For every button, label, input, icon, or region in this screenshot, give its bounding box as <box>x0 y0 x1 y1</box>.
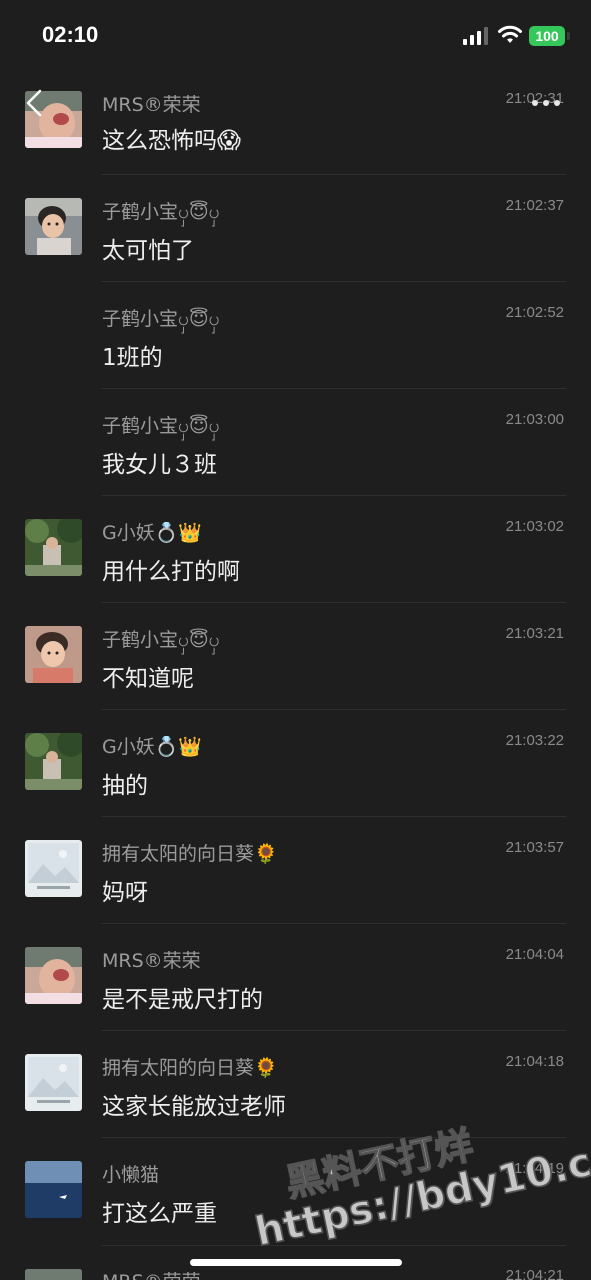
avatar[interactable] <box>25 1161 82 1218</box>
back-chevron-icon[interactable] <box>24 88 44 118</box>
message-row[interactable]: MRS®荣荣 21:04:04 是不是戒尺打的 <box>0 936 591 1043</box>
message-text: 1班的 <box>102 345 163 371</box>
divider <box>101 388 566 389</box>
avatar[interactable] <box>25 840 82 897</box>
avatar[interactable] <box>25 519 82 576</box>
avatar[interactable] <box>25 733 82 790</box>
sender-name: MRS®荣荣 <box>102 94 201 116</box>
battery-tip <box>567 32 570 40</box>
status-time: 02:10 <box>42 22 99 47</box>
avatar[interactable] <box>25 1269 82 1280</box>
more-dots-icon[interactable] <box>530 98 562 108</box>
avatar[interactable] <box>25 626 82 683</box>
message-time: 21:02:37 <box>505 197 564 214</box>
message-time: 21:04:21 <box>505 1267 564 1280</box>
message-time: 21:03:02 <box>505 518 564 535</box>
divider <box>101 1030 566 1031</box>
message-text: 太可怕了 <box>102 238 194 264</box>
divider <box>101 709 566 710</box>
message-text: 用什么打的啊 <box>102 559 240 585</box>
message-row[interactable]: G小妖💍👑 21:03:22 抽的 <box>0 722 591 829</box>
message-text: 不知道呢 <box>102 666 194 692</box>
avatar[interactable] <box>25 198 82 255</box>
message-text: 打这么严重 <box>102 1201 217 1227</box>
message-text: 妈呀 <box>102 880 148 906</box>
status-bar: 02:10 100 <box>0 0 591 72</box>
message-row[interactable]: 子鹤小宝ၦ😇ၦ 21:03:21 不知道呢 <box>0 615 591 722</box>
divider <box>101 923 566 924</box>
divider <box>101 174 566 175</box>
signal-icon <box>463 27 489 45</box>
message-time: 21:04:04 <box>505 946 564 963</box>
message-time: 21:04:18 <box>505 1053 564 1070</box>
message-text: 这家长能放过老师 <box>102 1094 286 1120</box>
sender-name: 子鹤小宝ၦ😇ၦ <box>102 201 220 223</box>
message-time: 21:03:00 <box>505 411 564 428</box>
sender-name: 小懒猫 <box>102 1164 160 1186</box>
message-time: 21:03:22 <box>505 732 564 749</box>
avatar[interactable] <box>25 1054 82 1111</box>
message-row[interactable]: G小妖💍👑 21:03:02 用什么打的啊 <box>0 508 591 615</box>
sender-name: 子鹤小宝ၦ😇ၦ <box>102 415 220 437</box>
message-text: 我女儿３班 <box>102 452 217 478</box>
sender-name: G小妖💍👑 <box>102 736 203 758</box>
message-row[interactable]: 子鹤小宝ၦ😇ၦ 21:02:37 太可怕了 <box>0 187 591 294</box>
sender-name: MRS®荣荣 <box>102 1267 201 1280</box>
sender-name: G小妖💍👑 <box>102 522 203 544</box>
message-row[interactable]: MRS®荣荣 21:02:31 这么恐怖吗😱 <box>0 80 591 187</box>
sender-name: 子鹤小宝ၦ😇ၦ <box>102 308 220 330</box>
divider <box>101 602 566 603</box>
message-time: 21:03:57 <box>505 839 564 856</box>
sender-name: 拥有太阳的向日葵🌻 <box>102 843 278 865</box>
message-time: 21:03:21 <box>505 625 564 642</box>
battery-indicator: 100 <box>529 26 565 46</box>
divider <box>101 495 566 496</box>
message-text: 是不是戒尺打的 <box>102 987 263 1013</box>
message-time: 21:02:52 <box>505 304 564 321</box>
message-text: 这么恐怖吗😱 <box>102 128 241 154</box>
sender-name: MRS®荣荣 <box>102 950 201 972</box>
message-text: 抽的 <box>102 773 148 799</box>
message-row[interactable]: 子鹤小宝ၦ😇ၦ 21:02:52 1班的 <box>0 294 591 401</box>
sender-name: 拥有太阳的向日葵🌻 <box>102 1057 278 1079</box>
avatar[interactable] <box>25 947 82 1004</box>
sender-name: 子鹤小宝ၦ😇ၦ <box>102 629 220 651</box>
message-row[interactable]: 拥有太阳的向日葵🌻 21:03:57 妈呀 <box>0 829 591 936</box>
divider <box>101 281 566 282</box>
message-row[interactable]: 子鹤小宝ၦ😇ၦ 21:03:00 我女儿３班 <box>0 401 591 508</box>
wifi-icon <box>498 25 522 43</box>
divider <box>101 816 566 817</box>
